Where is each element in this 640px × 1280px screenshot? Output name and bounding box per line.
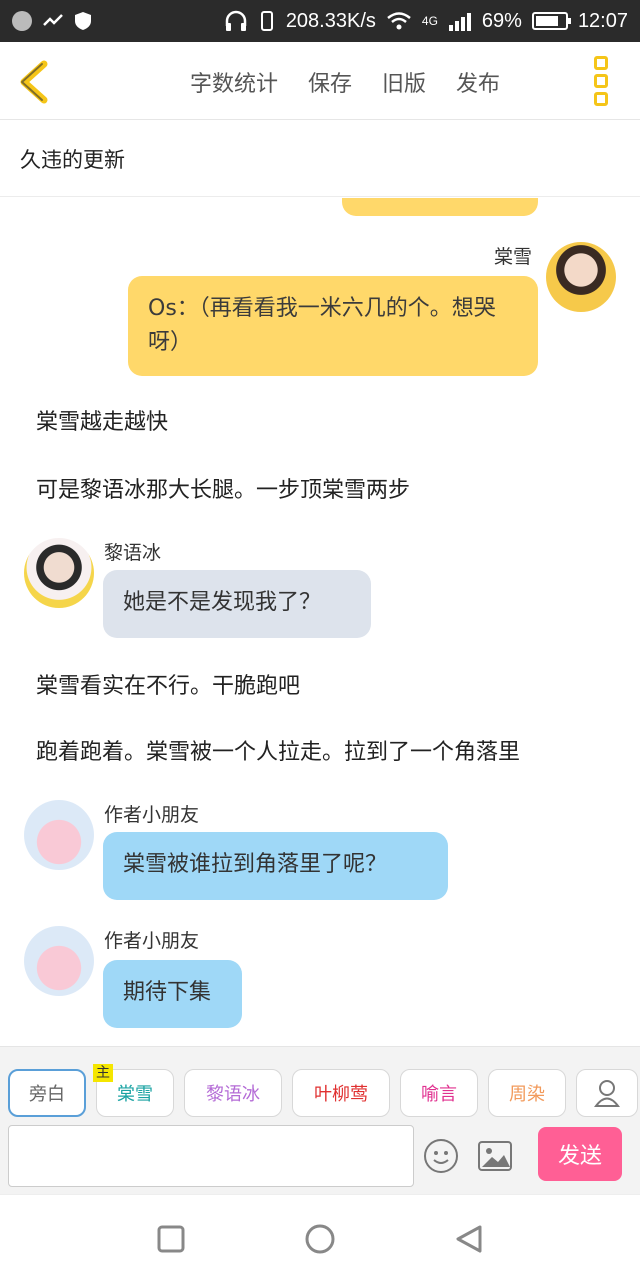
toolbar-actions: 字数统计 保存 旧版 发布	[190, 66, 500, 98]
narration-text: 可是黎语冰那大长腿。一步顶棠雪两步	[36, 478, 411, 503]
avatar-liyubing[interactable]	[24, 538, 94, 608]
composer: 旁白 主棠雪 黎语冰 叶柳莺 喻言 周染 发送	[0, 1046, 640, 1194]
role-label: 喻言	[421, 1084, 457, 1105]
sender-name: 作者小朋友	[104, 804, 200, 826]
status-bar: 208.33K/s 4G 69% 12:07	[0, 0, 640, 42]
role-label: 叶柳莺	[314, 1084, 368, 1105]
previous-bubble	[342, 198, 538, 216]
role-label: 旁白	[29, 1084, 65, 1105]
home-icon[interactable]	[304, 1223, 336, 1255]
headphones-icon	[225, 10, 247, 31]
sender-name: 黎语冰	[104, 542, 162, 564]
main-role-tag: 主	[93, 1064, 113, 1082]
clock: 12:07	[577, 9, 628, 32]
network-speed: 208.33K/s	[285, 9, 376, 32]
message-bubble[interactable]: 她是不是发现我了？	[103, 570, 371, 638]
back-icon	[20, 60, 48, 104]
word-count-button[interactable]: 字数统计	[190, 66, 278, 98]
avatar-author[interactable]	[24, 926, 94, 996]
role-yeliuying[interactable]: 叶柳莺	[292, 1069, 390, 1117]
role-label: 黎语冰	[206, 1084, 260, 1105]
add-role-icon	[594, 1080, 620, 1107]
role-tangxue[interactable]: 主棠雪	[93, 1064, 174, 1117]
role-label: 棠雪	[117, 1084, 153, 1105]
signal-icon	[448, 13, 471, 31]
top-toolbar: 字数统计 保存 旧版 发布	[0, 42, 640, 120]
message-bubble[interactable]: 期待下集	[103, 960, 242, 1028]
battery-icon	[531, 12, 571, 30]
nav-back-icon[interactable]	[454, 1224, 484, 1254]
status-notification-icons	[12, 11, 92, 31]
system-nav-bar	[0, 1194, 640, 1280]
sender-name: 作者小朋友	[104, 930, 200, 952]
avatar-author[interactable]	[24, 800, 94, 870]
story-content: 棠雪 Os：（再看看我一米六几的个。想哭呀） 棠雪越走越快 可是黎语冰那大长腿。…	[0, 198, 640, 1046]
send-button[interactable]: 发送	[538, 1127, 622, 1181]
message-bubble[interactable]: Os：（再看看我一米六几的个。想哭呀）	[128, 276, 538, 376]
narration-text: 跑着跑着。棠雪被一个人拉走。拉到了一个角落里	[36, 740, 521, 765]
message-input[interactable]	[8, 1125, 414, 1187]
old-version-button[interactable]: 旧版	[382, 66, 426, 98]
emoji-icon[interactable]	[424, 1139, 458, 1173]
role-selector: 旁白 主棠雪 黎语冰 叶柳莺 喻言 周染	[8, 1064, 638, 1117]
avatar-tangxue[interactable]	[546, 242, 616, 312]
page-title[interactable]: 久违的更新	[0, 121, 640, 197]
missed-call-icon	[43, 14, 63, 26]
role-liyubing[interactable]: 黎语冰	[184, 1069, 282, 1117]
publish-button[interactable]: 发布	[456, 66, 500, 98]
sender-name: 棠雪	[494, 246, 533, 268]
save-button[interactable]: 保存	[308, 66, 352, 98]
narration-text: 棠雪越走越快	[36, 410, 169, 435]
role-narrator[interactable]: 旁白	[8, 1069, 86, 1117]
message-bubble[interactable]: 棠雪被谁拉到角落里了呢？	[103, 832, 448, 900]
role-zhouran[interactable]: 周染	[488, 1069, 566, 1117]
narration-text: 棠雪看实在不行。干脆跑吧	[36, 674, 301, 699]
back-button[interactable]	[14, 60, 54, 104]
vibrate-icon	[260, 11, 273, 31]
battery-percent: 69%	[481, 9, 522, 32]
shield-icon	[75, 12, 91, 30]
role-label: 周染	[509, 1084, 545, 1105]
wifi-icon	[387, 12, 411, 30]
recent-apps-icon[interactable]	[157, 1225, 185, 1253]
search-status-icon	[12, 11, 32, 31]
image-icon[interactable]	[478, 1141, 512, 1171]
more-icon[interactable]	[594, 56, 614, 106]
add-role-button[interactable]	[576, 1069, 638, 1117]
network-type: 4G	[421, 14, 438, 28]
role-yuyan[interactable]: 喻言	[400, 1069, 478, 1117]
